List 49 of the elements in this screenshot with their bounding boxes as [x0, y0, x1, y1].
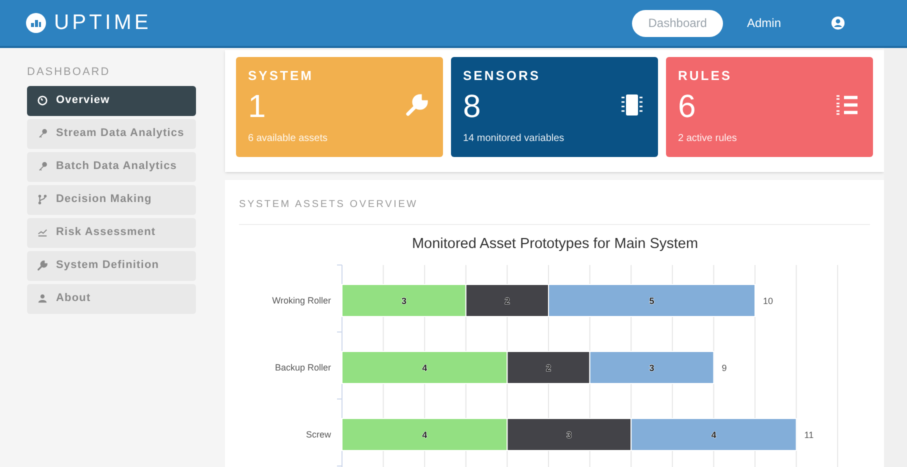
- bar-value-label: 2: [504, 296, 510, 306]
- circle-gauge-icon: [37, 95, 48, 106]
- nav-button[interactable]: Admin: [730, 10, 797, 36]
- key-icon: [37, 161, 48, 172]
- nav-button[interactable]: Dashboard: [632, 10, 723, 36]
- branch-icon: [37, 194, 48, 205]
- sidebar-item[interactable]: Stream Data Analytics: [27, 118, 196, 148]
- user-icon: [37, 293, 48, 304]
- sidebar-item[interactable]: Overview: [27, 86, 196, 116]
- bar-value-label: 3: [566, 430, 572, 440]
- bar-value-label: 4: [422, 430, 428, 440]
- panel-heading: SYSTEM ASSETS OVERVIEW: [239, 199, 418, 210]
- sidebar-item[interactable]: System Definition: [27, 250, 196, 280]
- key-icon: [37, 128, 48, 139]
- category-label: Screw: [306, 430, 331, 440]
- sidebar-item[interactable]: Risk Assessment: [27, 218, 196, 248]
- bar-value-label: 4: [422, 363, 428, 373]
- wrench-icon: [405, 93, 429, 117]
- card-value: 8: [463, 86, 481, 124]
- account-icon[interactable]: [831, 16, 845, 30]
- total-label: 10: [763, 296, 774, 306]
- logo-icon: [26, 13, 46, 33]
- bar-value-label: 4: [711, 430, 716, 440]
- card-title: SENSORS: [463, 67, 542, 85]
- bar-value-label: 5: [649, 296, 654, 306]
- card-title: RULES: [678, 67, 734, 85]
- chip-icon: [620, 93, 644, 117]
- card-title: SYSTEM: [248, 67, 314, 85]
- card-value: 6: [678, 86, 696, 124]
- card-caption: 6 available assets: [248, 132, 328, 146]
- bar-value-label: 3: [401, 296, 406, 306]
- category-label: Wroking Roller: [272, 296, 331, 306]
- numbered-list-icon: [835, 93, 859, 117]
- sidebar-item[interactable]: About: [27, 284, 196, 314]
- sidebar-item[interactable]: Batch Data Analytics: [27, 152, 196, 182]
- sidebar-heading: DASHBOARD: [27, 65, 112, 80]
- card-value: 1: [248, 86, 266, 124]
- chart-title: Monitored Asset Prototypes for Main System: [412, 236, 698, 252]
- line-chart-icon: [37, 227, 48, 238]
- card-caption: 14 monitored variables: [463, 132, 564, 146]
- total-label: 11: [804, 430, 814, 440]
- category-label: Backup Roller: [274, 362, 331, 372]
- bar-value-label: 3: [649, 363, 654, 373]
- app-logo: UPTIME: [54, 10, 152, 36]
- total-label: 9: [722, 363, 727, 373]
- card-caption: 2 active rules: [678, 132, 737, 146]
- wrench-icon: [37, 260, 48, 271]
- sidebar-item[interactable]: Decision Making: [27, 184, 196, 214]
- bar-value-label: 2: [546, 363, 551, 373]
